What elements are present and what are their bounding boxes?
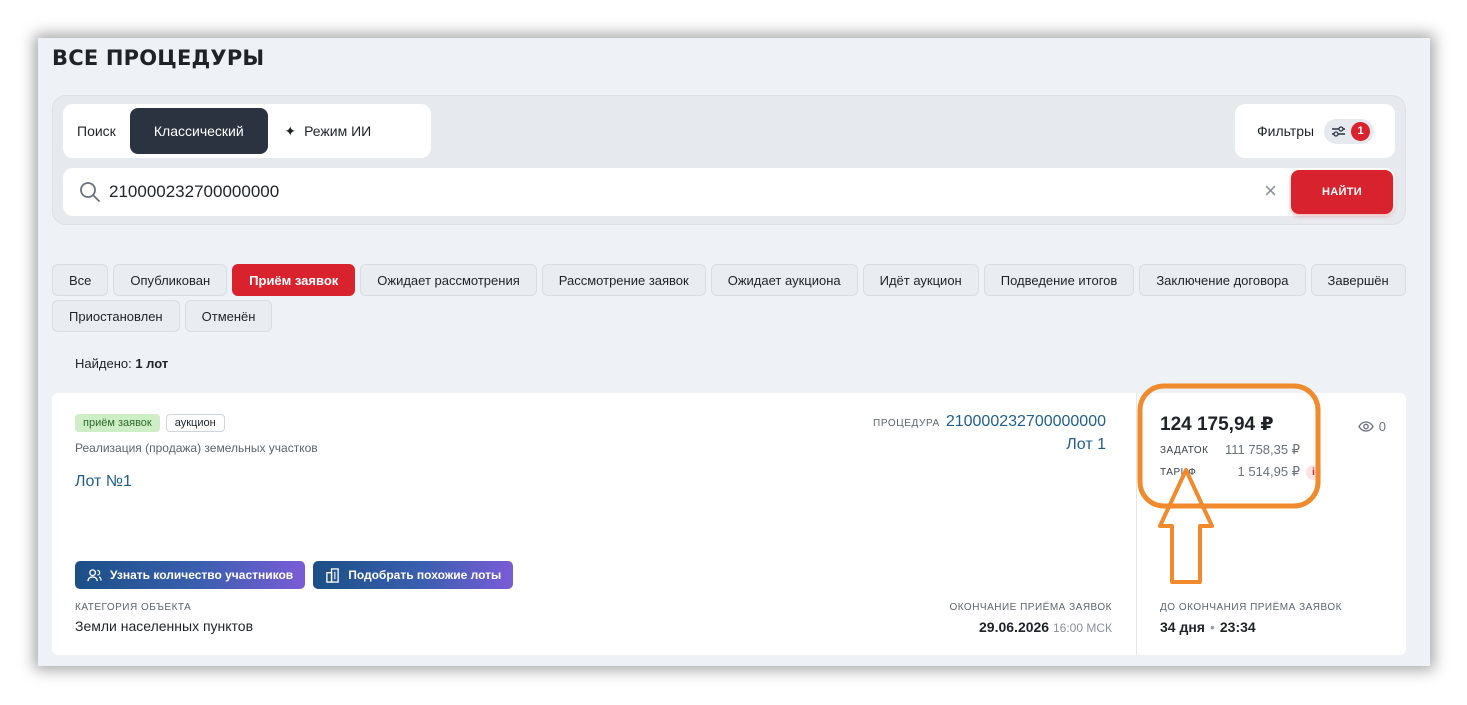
status-chip-row: Все Опубликован Приём заявок Ожидает рассмо… (52, 264, 1412, 296)
type-badge: аукцион (165, 414, 225, 432)
search-mode-label: Поиск (77, 123, 116, 139)
deposit-label: ЗАДАТОК (1160, 444, 1209, 456)
participants-count-button[interactable]: Узнать количество участников (75, 561, 306, 589)
participants-count-label: Узнать количество участников (110, 568, 294, 582)
similar-lots-label: Подобрать похожие лоты (348, 568, 502, 582)
status-chip[interactable]: Опубликован (113, 264, 228, 296)
status-chip[interactable]: Отменён (184, 300, 273, 332)
card-divider (1136, 393, 1137, 655)
status-filter-chips: Все Опубликован Приём заявок Ожидает рассмо… (52, 264, 1412, 336)
sparkle-icon: ✦ (284, 122, 297, 139)
sliders-icon (1332, 125, 1346, 137)
lot-price: 124 175,94 ₽ (1160, 414, 1274, 435)
time-remaining-value: 34 дня • 23:34 (1160, 619, 1256, 635)
category-caption: КАТЕГОРИЯ ОБЪЕКТА (75, 602, 192, 613)
filters-count-badge: 1 (1351, 121, 1371, 141)
card-actions: Узнать количество участников Подобрать п… (75, 561, 514, 589)
status-chip[interactable]: Заключение договора (1139, 264, 1306, 296)
classic-mode-button[interactable]: Классический (129, 108, 268, 154)
ai-mode-label: Режим ИИ (304, 123, 372, 139)
applications-end-caption: ОКОНЧАНИЕ ПРИЁМА ЗАЯВОК (949, 602, 1112, 613)
results-count-value: 1 лот (135, 356, 169, 371)
similar-lots-button[interactable]: Подобрать похожие лоты (313, 561, 514, 589)
search-panel: Поиск Классический ✦ Режим ИИ Фильтры 1 (52, 95, 1406, 225)
status-chip-row: Приостановлен Отменён (52, 300, 1412, 332)
applications-end-time: 16:00 МСК (1052, 621, 1112, 635)
time-remaining-hours: 23:34 (1219, 619, 1256, 635)
status-chip[interactable]: Идёт аукцион (862, 264, 979, 296)
status-chip[interactable]: Ожидает рассмотрения (360, 264, 537, 296)
time-remaining: ДО ОКОНЧАНИЯ ПРИЁМА ЗАЯВОК 34 дня • 23:34 (1160, 602, 1342, 635)
filters-label: Фильтры (1257, 123, 1315, 139)
procedure-number-link[interactable]: 210000232700000000 (946, 413, 1106, 431)
procedure-info: ПРОЦЕДУРА 210000232700000000 Лот 1 (873, 413, 1106, 454)
applications-end: ОКОНЧАНИЕ ПРИЁМА ЗАЯВОК 29.06.2026 16:00… (949, 602, 1112, 635)
status-chip[interactable]: Рассмотрение заявок (541, 264, 706, 296)
find-button[interactable]: НАЙТИ (1291, 170, 1393, 214)
procedure-caption: ПРОЦЕДУРА (873, 418, 940, 429)
price-block: 124 175,94 ₽ ЗАДАТОК 111 758,35 ₽ ТАРИФ … (1160, 413, 1380, 480)
users-icon (87, 568, 102, 581)
applications-end-value: 29.06.2026 16:00 МСК (949, 619, 1112, 635)
info-icon[interactable]: i (1306, 464, 1321, 480)
status-chip[interactable]: Завершён (1310, 264, 1406, 296)
lot-number-link[interactable]: Лот 1 (873, 436, 1106, 454)
status-chip[interactable]: Все (52, 264, 109, 296)
procedure-type: Реализация (продажа) земельных участков (75, 441, 318, 455)
views-counter: 0 (1358, 419, 1386, 434)
status-chip[interactable]: Приём заявок (232, 264, 356, 296)
status-chip[interactable]: Подведение итогов (983, 264, 1135, 296)
filters-button[interactable]: Фильтры 1 (1235, 104, 1395, 158)
eye-icon (1358, 421, 1374, 432)
ai-mode-button[interactable]: ✦ Режим ИИ (268, 108, 388, 154)
page-title: ВСЕ ПРОЦЕДУРЫ (52, 46, 265, 70)
lot-tags: приём заявок аукцион (75, 414, 225, 432)
time-remaining-days: 34 дня (1160, 619, 1205, 635)
tariff-label: ТАРИФ (1160, 466, 1197, 478)
results-count: Найдено: 1 лот (75, 356, 168, 371)
views-count: 0 (1378, 419, 1386, 434)
status-chip[interactable]: Ожидает аукциона (710, 264, 858, 296)
search-bar: × НАЙТИ (63, 168, 1395, 216)
time-remaining-caption: ДО ОКОНЧАНИЯ ПРИЁМА ЗАЯВОК (1160, 602, 1342, 613)
search-mode-switch: Поиск Классический ✦ Режим ИИ (63, 104, 431, 158)
buildings-icon (326, 567, 339, 583)
search-input[interactable] (109, 176, 1229, 208)
status-badge: приём заявок (75, 414, 160, 432)
lot-card: приём заявок аукцион Реализация (продажа… (52, 393, 1406, 655)
results-count-label: Найдено: (75, 356, 132, 371)
search-icon (80, 182, 100, 202)
filters-pill: 1 (1324, 118, 1375, 144)
status-chip[interactable]: Приостановлен (52, 300, 180, 332)
app-window: ВСЕ ПРОЦЕДУРЫ Поиск Классический ✦ Режим… (38, 38, 1430, 666)
tariff-value: 1 514,95 ₽ (1237, 464, 1301, 479)
deposit-value: 111 758,35 ₽ (1224, 442, 1300, 457)
clear-icon[interactable]: × (1264, 180, 1277, 202)
category-value: Земли населенных пунктов (75, 618, 254, 634)
tariff-row: ТАРИФ 1 514,95 ₽ i (1160, 464, 1380, 480)
applications-end-date: 29.06.2026 (979, 619, 1050, 635)
deposit-row: ЗАДАТОК 111 758,35 ₽ (1160, 442, 1380, 458)
lot-title-link[interactable]: Лот №1 (75, 473, 132, 491)
